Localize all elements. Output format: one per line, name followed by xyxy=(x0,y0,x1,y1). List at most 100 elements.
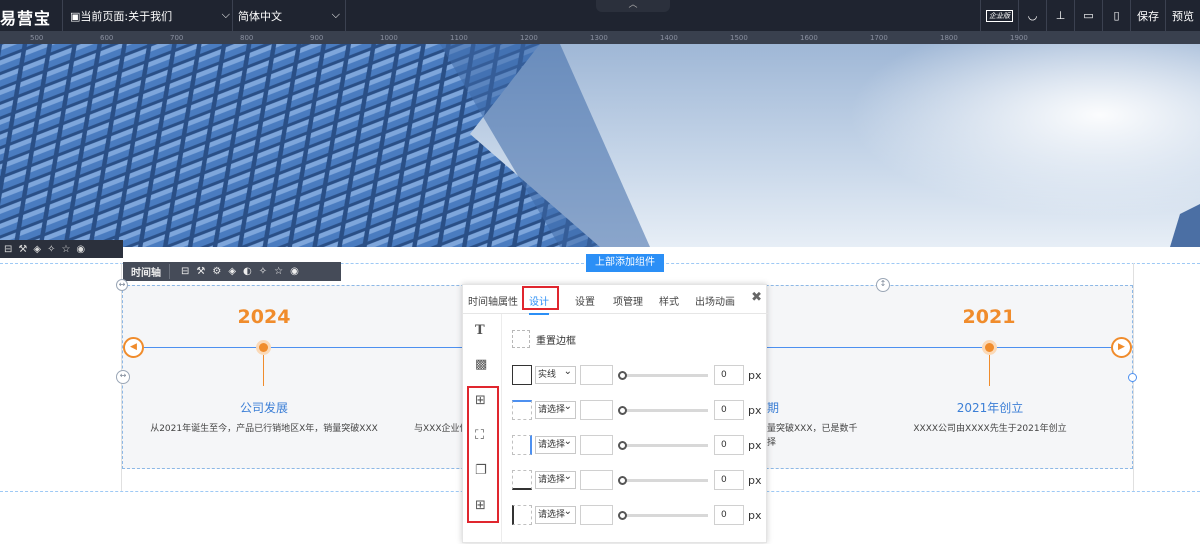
border-style-select[interactable]: 请选择 xyxy=(535,469,576,489)
width-slider[interactable] xyxy=(618,370,708,380)
layout-button[interactable]: ⊥ xyxy=(1046,0,1074,31)
slider-handle[interactable] xyxy=(618,440,627,450)
add-component-top-button[interactable]: 上部添加组件 xyxy=(586,254,664,272)
resize-handle-icon[interactable]: ↔ xyxy=(116,370,130,384)
resize-handle-icon[interactable] xyxy=(1128,373,1137,382)
border-all-icon xyxy=(512,365,532,385)
ruler-mark: 600 xyxy=(100,34,114,42)
color-picker[interactable] xyxy=(580,470,613,490)
eye-icon[interactable]: ◉ xyxy=(76,244,85,255)
border-style-select[interactable]: 请选择 xyxy=(535,434,576,454)
ruler-mark: 1100 xyxy=(450,34,468,42)
timeline-item-desc: 从2021年诞生至今，产品已行销地区X年，销量突破XXX xyxy=(150,424,378,434)
width-slider[interactable] xyxy=(618,510,708,520)
preview-button[interactable]: 预览 xyxy=(1165,0,1200,31)
color-picker[interactable] xyxy=(580,435,613,455)
gear-icon[interactable]: ⚙ xyxy=(212,266,221,277)
desktop-view-button[interactable]: ▭ xyxy=(1074,0,1102,31)
reset-border-row[interactable]: 重置边框 xyxy=(512,330,576,348)
top-bar: 易营宝 ▣当前页面:关于我们 ⌵ 简体中文 ⌵ ︿ 企业版 ◡ ⊥ ▭ ▯ 保存… xyxy=(0,0,1200,31)
resize-handle-icon[interactable]: ↕ xyxy=(876,278,890,292)
next-arrow-icon[interactable]: ▶ xyxy=(1111,337,1132,358)
border-style-select[interactable]: 实线 xyxy=(535,364,576,384)
width-slider[interactable] xyxy=(618,475,708,485)
hide-icon: ◡ xyxy=(1027,9,1038,22)
border-all-icon xyxy=(512,330,530,348)
property-panel: 时间轴属性 设计 设置 项管理 样式 出场动画 ✖ T ▩ ⊞ ⛶ ❐ ⊞ 重置… xyxy=(462,284,768,544)
page-selector[interactable]: ▣当前页面:关于我们 ⌵ xyxy=(70,8,230,24)
slider-handle[interactable] xyxy=(618,405,627,415)
width-input[interactable]: 0 xyxy=(714,365,744,385)
color-picker[interactable] xyxy=(580,505,613,525)
highlight-box xyxy=(522,286,559,310)
banner-image xyxy=(0,44,1200,247)
unit-label: px xyxy=(748,368,762,382)
edit-icon[interactable]: ⊟ xyxy=(181,266,189,277)
border-style-select[interactable]: 请选择 xyxy=(535,399,576,419)
ruler-mark: 800 xyxy=(240,34,254,42)
save-button[interactable]: 保存 xyxy=(1130,0,1165,31)
eye-icon[interactable]: ◉ xyxy=(290,266,299,277)
color-picker[interactable] xyxy=(580,365,613,385)
layers-icon[interactable]: ◈ xyxy=(228,266,236,277)
highlight-box xyxy=(467,386,499,523)
slider-handle[interactable] xyxy=(618,370,627,380)
resize-handle-icon[interactable]: ↔ xyxy=(116,279,128,291)
language-selector[interactable]: 简体中文 ⌵ xyxy=(238,8,340,24)
star-icon[interactable]: ☆ xyxy=(274,266,283,277)
mobile-view-button[interactable]: ▯ xyxy=(1102,0,1130,31)
tab-animation[interactable]: 出场动画 xyxy=(695,293,735,308)
border-style-select[interactable]: 请选择 xyxy=(535,504,576,524)
unit-label: px xyxy=(748,508,762,522)
timeline-toolbar: 时间轴 ⊟ ⚒ ⚙ ◈ ◐ ✧ ☆ ◉ xyxy=(123,262,341,281)
width-input[interactable]: 0 xyxy=(714,435,744,455)
layers-icon[interactable]: ◈ xyxy=(33,244,41,255)
star-icon[interactable]: ☆ xyxy=(61,244,70,255)
layout-icon: ⊥ xyxy=(1055,9,1066,22)
chevron-down-icon: ⌵ xyxy=(221,8,230,21)
width-input[interactable]: 0 xyxy=(714,505,744,525)
tool-icon[interactable]: ⚒ xyxy=(18,244,27,255)
ruler-mark: 900 xyxy=(310,34,324,42)
background-icon[interactable]: ▩ xyxy=(475,357,487,372)
prev-arrow-icon[interactable]: ◀ xyxy=(123,337,144,358)
enterprise-button[interactable]: 企业版 xyxy=(980,0,1018,31)
width-slider[interactable] xyxy=(618,405,708,415)
slider-handle[interactable] xyxy=(618,475,627,485)
hide-button[interactable]: ◡ xyxy=(1018,0,1046,31)
magic-icon[interactable]: ✧ xyxy=(259,266,267,277)
ruler-mark: 1800 xyxy=(940,34,958,42)
divider xyxy=(62,0,63,31)
mobile-icon: ▯ xyxy=(1113,9,1120,22)
border-row-top: 请选择 0 px xyxy=(512,399,762,421)
tab-timeline-props[interactable]: 时间轴属性 xyxy=(468,293,518,308)
tab-settings[interactable]: 设置 xyxy=(575,293,595,308)
page-icon: ▣ xyxy=(70,10,81,23)
edit-icon[interactable]: ⊟ xyxy=(4,244,12,255)
color-picker[interactable] xyxy=(580,400,613,420)
ruler-mark: 1500 xyxy=(730,34,748,42)
palette-icon[interactable]: ◐ xyxy=(243,266,252,277)
width-input[interactable]: 0 xyxy=(714,470,744,490)
border-right-icon xyxy=(512,435,532,455)
tab-style[interactable]: 样式 xyxy=(659,293,679,308)
tab-items[interactable]: 项管理 xyxy=(613,293,643,308)
current-page-label: 当前页面:关于我们 xyxy=(80,10,173,23)
collapse-handle[interactable]: ︿ xyxy=(596,0,670,12)
ruler-mark: 1000 xyxy=(380,34,398,42)
border-bottom-icon xyxy=(512,470,532,490)
close-icon[interactable]: ✖ xyxy=(751,290,762,305)
ruler-mark: 1600 xyxy=(800,34,818,42)
ruler-mark: 1700 xyxy=(870,34,888,42)
magic-icon[interactable]: ✧ xyxy=(47,244,55,255)
tool-icon[interactable]: ⚒ xyxy=(196,266,205,277)
divider xyxy=(345,0,346,31)
slider-handle[interactable] xyxy=(618,510,627,520)
width-input[interactable]: 0 xyxy=(714,400,744,420)
building-illustration xyxy=(0,44,1200,247)
text-icon[interactable]: T xyxy=(475,323,485,338)
timeline-item-title: 2021年创立 xyxy=(956,401,1024,415)
timeline-year: 2021 xyxy=(962,306,1016,328)
width-slider[interactable] xyxy=(618,440,708,450)
app-logo: 易营宝 xyxy=(0,9,52,28)
